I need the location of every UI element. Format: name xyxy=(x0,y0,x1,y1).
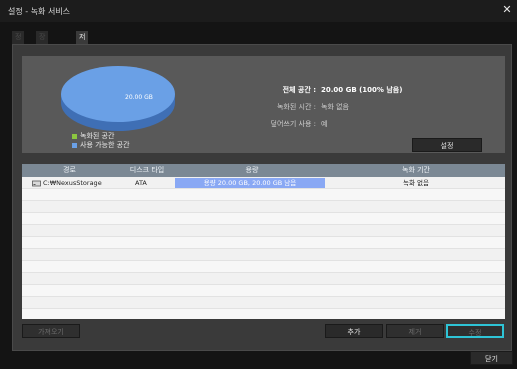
table-row[interactable]: C:₩NexusStorage ATA 용량 20.00 GB, 20.00 G… xyxy=(22,177,505,189)
legend-label-recorded: 녹화된 공간 xyxy=(80,132,115,140)
table-row-empty xyxy=(22,261,505,273)
close-button[interactable]: 닫기 xyxy=(470,351,513,365)
legend-swatch-recorded xyxy=(72,134,77,139)
tab-device-settings[interactable]: 장치 설정 xyxy=(36,31,49,80)
add-button[interactable]: 추가 xyxy=(325,324,383,338)
table-row-empty xyxy=(22,273,505,285)
column-header-capacity[interactable]: 용량 xyxy=(177,164,327,177)
total-space-value: 20.00 GB (100% 남음) xyxy=(321,86,403,94)
table-row-empty xyxy=(22,237,505,249)
overwrite-label: 덮어쓰기 사용 : xyxy=(270,120,316,128)
table-row-empty xyxy=(22,309,505,319)
table-row-empty xyxy=(22,297,505,309)
pie-total-label: 20.00 GB xyxy=(125,94,153,101)
title-bar: 설정 - 녹화 서비스 ✕ xyxy=(0,0,517,22)
storage-pie-chart xyxy=(61,66,175,131)
table-row-empty xyxy=(22,249,505,261)
total-space-row: 전체 공간 : 20.00 GB (100% 남음) xyxy=(230,85,480,95)
storage-table: 경로 디스크 타입 용량 녹화 기간 C:₩NexusStorage ATA 용… xyxy=(22,164,505,319)
remove-button[interactable]: 제거 xyxy=(386,324,444,338)
settings-button[interactable]: 설정 xyxy=(412,138,482,152)
legend-swatch-available xyxy=(72,143,77,148)
column-header-period[interactable]: 녹화 기간 xyxy=(327,164,505,177)
total-space-label: 전체 공간 : xyxy=(282,86,316,94)
legend-item-recorded: 녹화된 공간 xyxy=(72,132,130,141)
row-disk-type: ATA xyxy=(135,179,147,187)
column-header-path[interactable]: 경로 xyxy=(22,164,117,177)
legend-label-available: 사용 가능한 공간 xyxy=(80,141,130,149)
overwrite-value: 예 xyxy=(321,120,328,128)
row-period: 녹화 없음 xyxy=(403,179,429,187)
window-title: 설정 - 녹화 서비스 xyxy=(8,7,71,16)
table-header: 경로 디스크 타입 용량 녹화 기간 xyxy=(22,164,505,177)
edit-button[interactable]: 수정 xyxy=(446,324,504,338)
table-row-empty xyxy=(22,285,505,297)
row-path: C:₩NexusStorage xyxy=(43,179,102,187)
recorded-time-value: 녹화 없음 xyxy=(321,103,349,111)
legend-item-available: 사용 가능한 공간 xyxy=(72,141,130,150)
table-row-empty xyxy=(22,201,505,213)
overwrite-row: 덮어쓰기 사용 : 예 xyxy=(230,119,480,129)
table-row-empty xyxy=(22,189,505,201)
recorded-time-row: 녹화된 시간 : 녹화 없음 xyxy=(230,102,480,112)
tab-storage-settings[interactable]: 저장공간 설정 xyxy=(76,31,89,106)
table-row-empty xyxy=(22,213,505,225)
pie-slice-available xyxy=(61,66,175,122)
recorded-time-label: 녹화된 시간 : xyxy=(276,103,316,111)
column-header-disk-type[interactable]: 디스크 타입 xyxy=(117,164,177,177)
table-row-empty xyxy=(22,225,505,237)
row-capacity: 용량 20.00 GB, 20.00 GB 남음 xyxy=(203,179,297,187)
drive-icon xyxy=(32,177,41,189)
chart-legend: 녹화된 공간 사용 가능한 공간 xyxy=(72,132,130,150)
tab-info[interactable]: 정보 xyxy=(12,31,25,54)
browse-button[interactable]: 가져오기 xyxy=(22,324,80,338)
close-icon[interactable]: ✕ xyxy=(501,4,513,16)
